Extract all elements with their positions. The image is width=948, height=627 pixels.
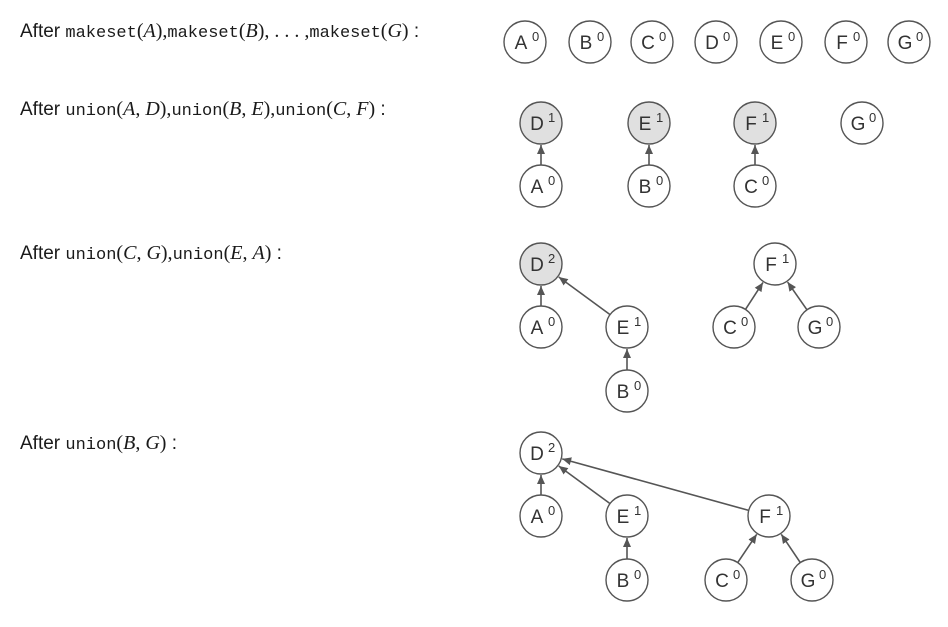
node-letter: B bbox=[617, 571, 630, 592]
node-letter: A bbox=[531, 318, 544, 339]
node-d: D2 bbox=[519, 242, 563, 286]
node-rank: 1 bbox=[656, 110, 663, 125]
node-letter: B bbox=[580, 33, 593, 54]
node-rank: 0 bbox=[634, 567, 641, 582]
node-rank: 1 bbox=[762, 110, 769, 125]
node-f: F0 bbox=[824, 20, 868, 64]
node-rank: 1 bbox=[634, 503, 641, 518]
node-rank: 0 bbox=[656, 173, 663, 188]
node-letter: F bbox=[759, 507, 771, 528]
node-rank: 0 bbox=[733, 567, 740, 582]
node-rank: 0 bbox=[762, 173, 769, 188]
node-a: A0 bbox=[519, 164, 563, 208]
node-c: C0 bbox=[630, 20, 674, 64]
node-rank: 0 bbox=[723, 29, 730, 44]
node-rank: 0 bbox=[826, 314, 833, 329]
node-rank: 0 bbox=[659, 29, 666, 44]
node-letter: C bbox=[715, 571, 729, 592]
node-rank: 1 bbox=[548, 110, 555, 125]
edge-g-to-f bbox=[780, 533, 801, 564]
node-letter: F bbox=[765, 255, 777, 276]
node-b: B0 bbox=[627, 164, 671, 208]
node-a: A0 bbox=[519, 494, 563, 538]
node-rank: 0 bbox=[548, 503, 555, 518]
node-rank: 0 bbox=[548, 314, 555, 329]
nodes-layer: A 0 B 0 C 0 D 0 E 0 F 0 G 0D 1 E 1 F 1 G 0A 0 B 0 C 0D 2A 0 E 1B 0F 1C 0… bbox=[503, 20, 931, 602]
node-letter: G bbox=[801, 571, 816, 592]
node-letter: E bbox=[617, 318, 630, 339]
node-rank: 1 bbox=[634, 314, 641, 329]
node-g: G0 bbox=[797, 305, 841, 349]
node-letter: F bbox=[836, 33, 848, 54]
edge-e-to-d bbox=[558, 465, 611, 505]
node-c: C0 bbox=[712, 305, 756, 349]
edge-f-to-d bbox=[561, 457, 749, 512]
node-b: B0 bbox=[568, 20, 612, 64]
node-e: E1 bbox=[627, 101, 671, 145]
node-d: D1 bbox=[519, 101, 563, 145]
node-rank: 0 bbox=[853, 29, 860, 44]
node-rank: 1 bbox=[782, 251, 789, 266]
node-letter: E bbox=[617, 507, 630, 528]
node-rank: 0 bbox=[548, 173, 555, 188]
node-letter: D bbox=[530, 255, 544, 276]
node-letter: C bbox=[744, 177, 758, 198]
node-letter: F bbox=[745, 114, 757, 135]
node-letter: D bbox=[530, 444, 544, 465]
node-letter: C bbox=[723, 318, 737, 339]
node-e: E1 bbox=[605, 494, 649, 538]
edge-e-to-d bbox=[558, 276, 611, 316]
node-f: F1 bbox=[753, 242, 797, 286]
node-letter: B bbox=[617, 382, 630, 403]
node-f: F1 bbox=[747, 494, 791, 538]
node-e: E0 bbox=[759, 20, 803, 64]
node-f: F1 bbox=[733, 101, 777, 145]
node-d: D0 bbox=[694, 20, 738, 64]
node-letter: G bbox=[808, 318, 823, 339]
node-letter: G bbox=[851, 114, 866, 135]
union-find-diagram: A 0 B 0 C 0 D 0 E 0 F 0 G 0D 1 E 1 F 1 G 0A 0 B 0 C 0D 2A 0 E 1B 0F 1C 0… bbox=[503, 20, 931, 602]
node-rank: 1 bbox=[776, 503, 783, 518]
node-a: A0 bbox=[503, 20, 547, 64]
node-letter: E bbox=[639, 114, 652, 135]
node-rank: 0 bbox=[597, 29, 604, 44]
node-letter: G bbox=[898, 33, 913, 54]
node-rank: 0 bbox=[869, 110, 876, 125]
node-rank: 0 bbox=[916, 29, 923, 44]
edge-c-to-f bbox=[744, 282, 764, 310]
node-rank: 0 bbox=[819, 567, 826, 582]
node-e: E1 bbox=[605, 305, 649, 349]
node-c: C0 bbox=[704, 558, 748, 602]
node-g: G0 bbox=[790, 558, 834, 602]
node-b: B0 bbox=[605, 558, 649, 602]
node-rank: 2 bbox=[548, 440, 555, 455]
node-letter: D bbox=[530, 114, 544, 135]
node-rank: 0 bbox=[788, 29, 795, 44]
edge-c-to-f bbox=[737, 533, 758, 564]
node-rank: 0 bbox=[741, 314, 748, 329]
node-letter: C bbox=[641, 33, 655, 54]
node-letter: B bbox=[639, 177, 652, 198]
node-rank: 0 bbox=[532, 29, 539, 44]
node-d: D2 bbox=[519, 431, 563, 475]
node-letter: E bbox=[771, 33, 784, 54]
node-rank: 2 bbox=[548, 251, 555, 266]
node-letter: D bbox=[705, 33, 719, 54]
node-b: B0 bbox=[605, 369, 649, 413]
node-a: A0 bbox=[519, 305, 563, 349]
edge-g-to-f bbox=[786, 281, 808, 311]
node-letter: A bbox=[531, 507, 544, 528]
node-letter: A bbox=[515, 33, 528, 54]
node-c: C0 bbox=[733, 164, 777, 208]
node-g: G0 bbox=[887, 20, 931, 64]
node-g: G0 bbox=[840, 101, 884, 145]
node-letter: A bbox=[531, 177, 544, 198]
node-rank: 0 bbox=[634, 378, 641, 393]
